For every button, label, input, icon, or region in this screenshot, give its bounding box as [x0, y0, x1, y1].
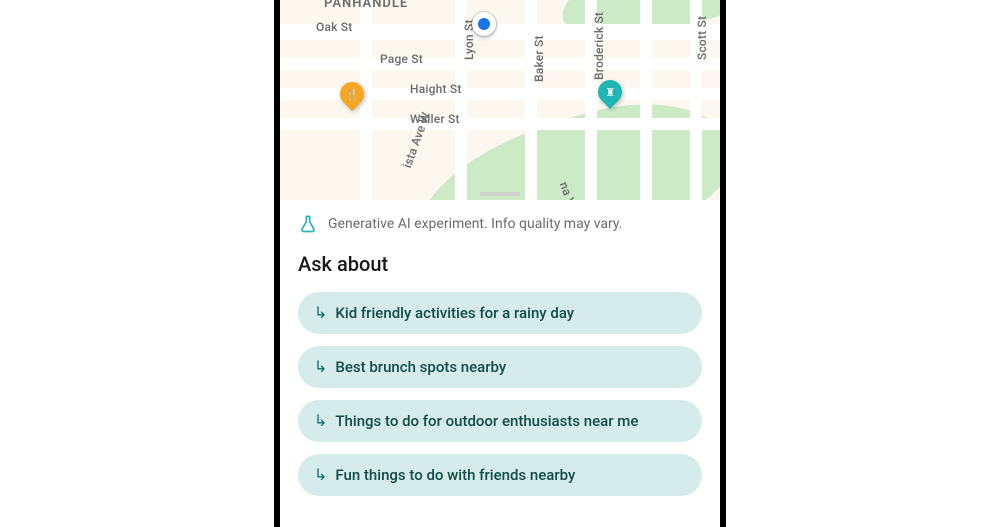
road — [525, 0, 537, 200]
suggestion-label: Best brunch spots nearby — [335, 358, 506, 376]
reply-arrow-icon: ↳ — [314, 413, 327, 429]
street-label: Scott St — [695, 16, 709, 60]
street-label: Oak St — [316, 20, 352, 34]
suggestion-chip[interactable]: ↳ Kid friendly activities for a rainy da… — [298, 292, 702, 334]
flask-icon — [298, 214, 318, 234]
ai-experiment-banner: Generative AI experiment. Info quality m… — [298, 214, 702, 234]
bottom-sheet: Generative AI experiment. Info quality m… — [280, 200, 720, 527]
user-location-dot — [472, 12, 496, 36]
reply-arrow-icon: ↳ — [314, 359, 327, 375]
road — [640, 0, 652, 200]
road — [280, 118, 720, 130]
street-label: Baker St — [532, 35, 546, 82]
reply-arrow-icon: ↳ — [314, 305, 327, 321]
suggestion-chip[interactable]: ↳ Fun things to do with friends nearby — [298, 454, 702, 496]
suggestion-list: ↳ Kid friendly activities for a rainy da… — [298, 292, 702, 496]
castle-icon: ♜ — [605, 87, 615, 98]
street-label: Broderick St — [592, 12, 606, 80]
street-label: Page St — [380, 52, 423, 66]
suggestion-chip[interactable]: ↳ Things to do for outdoor enthusiasts n… — [298, 400, 702, 442]
phone-frame: PANHANDLE Oak St Page St Haight St Walle… — [274, 0, 726, 527]
reply-arrow-icon: ↳ — [314, 467, 327, 483]
suggestion-chip[interactable]: ↳ Best brunch spots nearby — [298, 346, 702, 388]
map-viewport[interactable]: PANHANDLE Oak St Page St Haight St Walle… — [280, 0, 720, 200]
ai-banner-text: Generative AI experiment. Info quality m… — [328, 216, 622, 232]
suggestion-label: Things to do for outdoor enthusiasts nea… — [335, 412, 638, 430]
suggestion-label: Fun things to do with friends nearby — [335, 466, 575, 484]
map-area-label: PANHANDLE — [324, 0, 408, 11]
street-label: Haight St — [410, 82, 462, 96]
road — [280, 58, 720, 70]
fork-knife-icon: 🍴 — [345, 89, 359, 100]
suggestion-label: Kid friendly activities for a rainy day — [335, 304, 574, 322]
ask-about-heading: Ask about — [298, 252, 702, 276]
map-pin-attraction[interactable]: ♜ — [593, 75, 627, 109]
sheet-grabber[interactable] — [480, 192, 520, 196]
